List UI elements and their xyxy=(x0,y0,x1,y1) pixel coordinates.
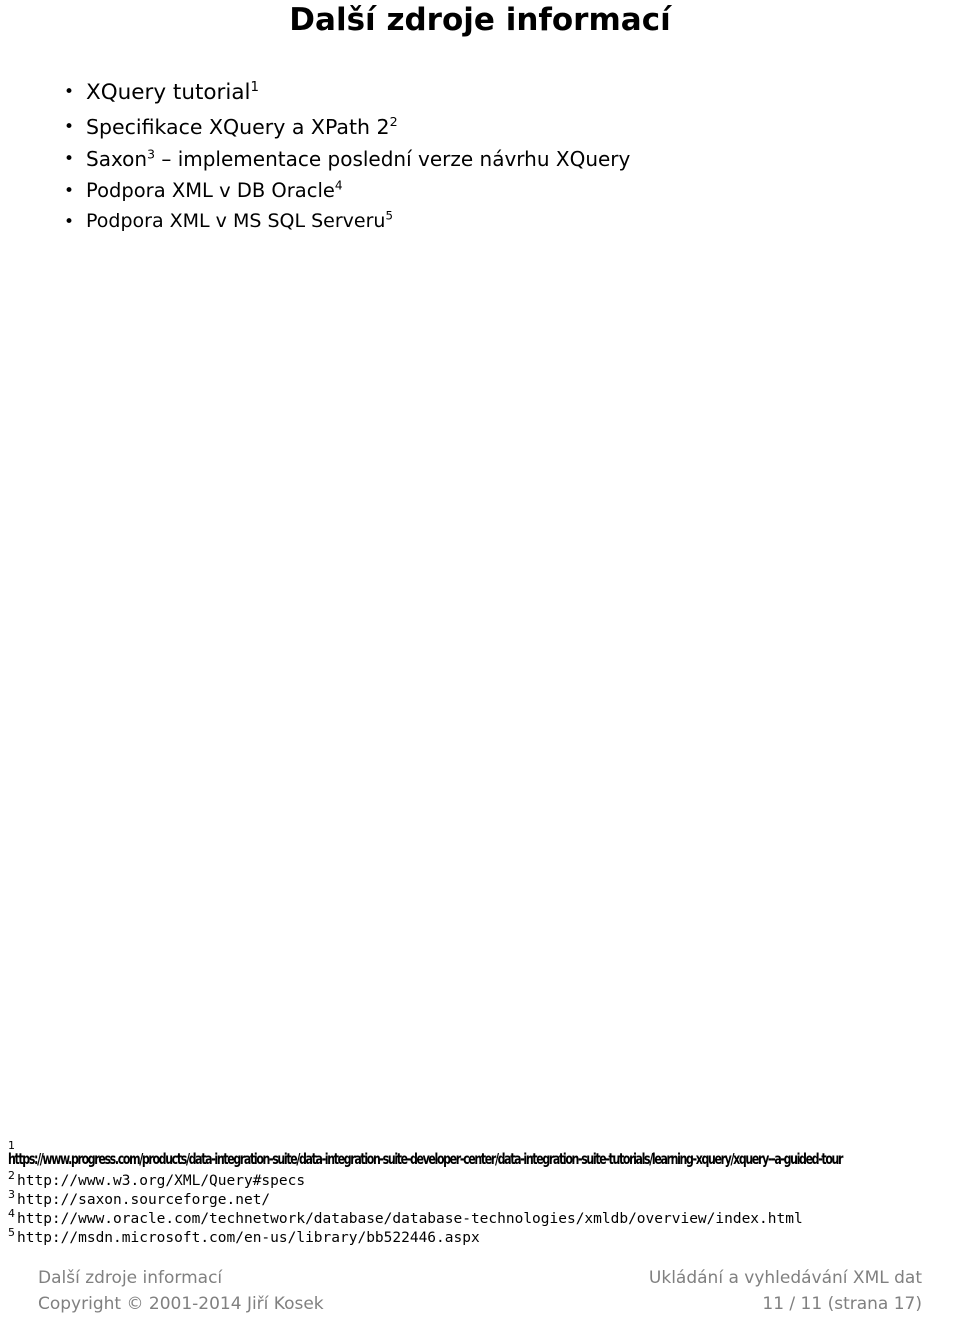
bullet-text: Specifikace XQuery a XPath 2 xyxy=(86,114,390,139)
bullet-list: XQuery tutorial1 Specifikace XQuery a XP… xyxy=(58,80,631,243)
list-item: XQuery tutorial1 xyxy=(58,80,630,105)
footnote-url[interactable]: http://msdn.microsoft.com/en-us/library/… xyxy=(17,1230,480,1246)
bullet-text: XQuery tutorial xyxy=(86,80,251,105)
list-item: Specifikace XQuery a XPath 22 xyxy=(58,114,630,139)
footnote-url[interactable]: http://www.oracle.com/technetwork/databa… xyxy=(17,1211,803,1227)
page-footer: Další zdroje informací Ukládání a vyhled… xyxy=(0,1268,960,1343)
footnote-url-1[interactable]: https://www.progress.com/products/data-i… xyxy=(8,1151,952,1170)
footnote-row: 3 http://saxon.sourceforge.net/ xyxy=(8,1188,952,1210)
footnote-marker: 5 xyxy=(8,1226,15,1240)
footer-page-number: 11 / 11 (strana 17) xyxy=(762,1294,922,1314)
footnote-ref[interactable]: 5 xyxy=(385,208,393,222)
list-item: Saxon3 – implementace poslední verze náv… xyxy=(58,146,631,171)
footnote-marker: 3 xyxy=(8,1188,15,1202)
bullet-text: Podpora XML v DB Oracle xyxy=(86,179,335,202)
footer-section-title: Další zdroje informací xyxy=(38,1268,223,1288)
bullet-text-after: – implementace poslední verze návrhu XQu… xyxy=(154,147,631,171)
bullet-text: Podpora XML v MS SQL Serveru xyxy=(86,209,386,232)
footnote-url[interactable]: http://www.w3.org/XML/Query#specs xyxy=(17,1173,305,1189)
list-item: Podpora XML v DB Oracle4 xyxy=(58,179,630,202)
slide-page: Další zdroje informací XQuery tutorial1 … xyxy=(0,0,960,1343)
footnote-row: 2 http://www.w3.org/XML/Query#specs xyxy=(8,1169,952,1191)
footnote-marker: 2 xyxy=(8,1169,15,1183)
list-item: Podpora XML v MS SQL Serveru5 xyxy=(58,209,630,232)
footer-document-title: Ukládání a vyhledávání XML dat xyxy=(648,1268,922,1288)
footnote-marker: 4 xyxy=(8,1207,15,1221)
footer-copyright: Copyright © 2001-2014 Jiří Kosek xyxy=(38,1294,324,1314)
footnote-row: 5 http://msdn.microsoft.com/en-us/library… xyxy=(8,1226,952,1248)
footer-row-top: Další zdroje informací Ukládání a vyhled… xyxy=(0,1268,960,1294)
footnote-row: 4 http://www.oracle.com/technetwork/datab… xyxy=(8,1207,952,1229)
footnotes-block: 1 https://www.progress.com/products/data… xyxy=(8,1139,952,1248)
page-title: Další zdroje informací xyxy=(289,2,671,38)
footnote-url[interactable]: http://saxon.sourceforge.net/ xyxy=(17,1192,270,1208)
footnote-ref[interactable]: 1 xyxy=(251,80,259,95)
bullet-text-before: Saxon xyxy=(86,147,148,171)
footnote-ref[interactable]: 2 xyxy=(390,114,398,129)
footer-row-bottom: Copyright © 2001-2014 Jiří Kosek 11 / 11… xyxy=(0,1294,960,1320)
footnote-ref[interactable]: 3 xyxy=(147,146,155,161)
footnote-ref[interactable]: 4 xyxy=(335,179,343,193)
